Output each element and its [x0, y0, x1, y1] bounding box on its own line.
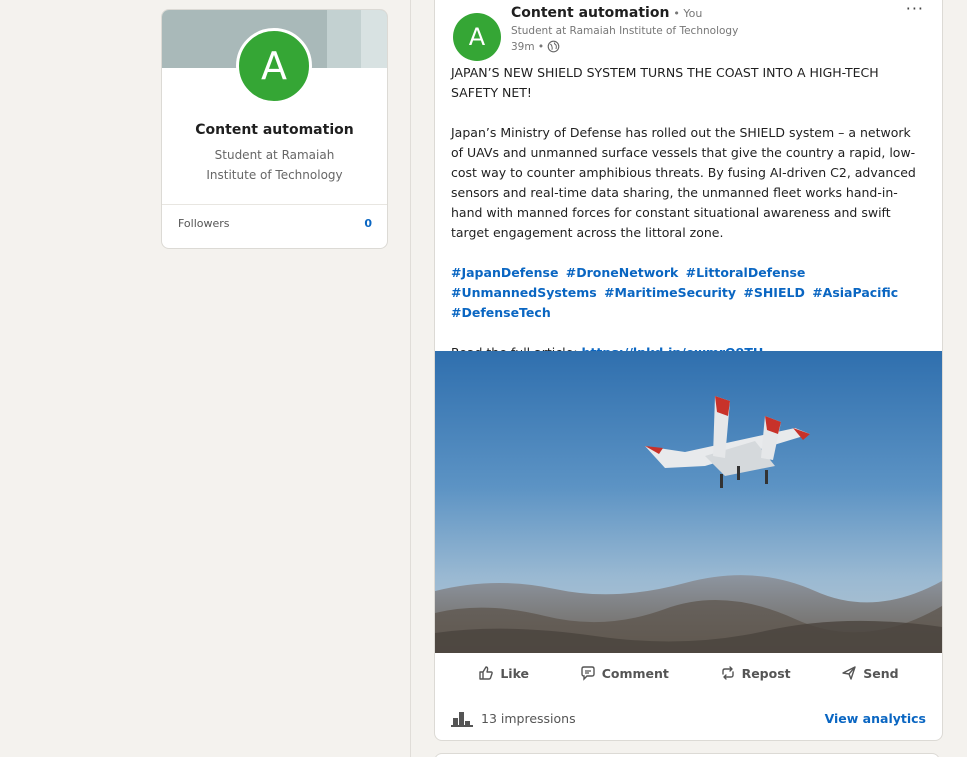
hashtag-link[interactable]: #AsiaPacific — [812, 285, 898, 300]
like-label: Like — [500, 665, 530, 681]
post-author-name[interactable]: Content automation — [511, 5, 669, 21]
post-title: JAPAN’S NEW SHIELD SYSTEM TURNS THE COAS… — [451, 65, 879, 100]
post-body: JAPAN’S NEW SHIELD SYSTEM TURNS THE COAS… — [451, 63, 921, 363]
comment-button[interactable]: Comment — [580, 665, 669, 681]
impressions[interactable]: 13 impressions — [451, 709, 576, 727]
ellipsis-icon: ··· — [905, 0, 924, 18]
post-author-headline: Student at Ramaiah Institute of Technolo… — [511, 25, 739, 37]
bar-chart-icon — [451, 712, 473, 727]
post-actions: Like Comment Repost Send — [435, 665, 942, 681]
hashtag-link[interactable]: #UnmannedSystems — [451, 285, 597, 300]
hashtag-link[interactable]: #SHIELD — [743, 285, 804, 300]
author-you-badge: • You — [673, 7, 703, 20]
post-author-avatar[interactable]: A — [453, 13, 501, 61]
send-label: Send — [863, 665, 899, 681]
author-line: Content automation • You — [511, 5, 702, 21]
next-post-card — [434, 753, 940, 757]
hashtag-link[interactable]: #JapanDefense — [451, 265, 558, 280]
profile-card: A Content automation Student at Ramaiah … — [161, 9, 388, 249]
post-time: 39m • — [511, 40, 545, 53]
hashtag-link[interactable]: #LittoralDefense — [686, 265, 806, 280]
like-button[interactable]: Like — [478, 665, 529, 681]
hashtags: #JapanDefense #DroneNetwork #LittoralDef… — [451, 263, 921, 323]
repost-button[interactable]: Repost — [720, 665, 791, 681]
send-icon — [842, 666, 856, 680]
divider — [162, 204, 387, 205]
profile-headline: Student at Ramaiah Institute of Technolo… — [206, 148, 343, 182]
hashtag-link[interactable]: #DroneNetwork — [566, 265, 679, 280]
post-meta: 39m • — [511, 40, 560, 53]
view-analytics-link[interactable]: View analytics — [825, 711, 926, 726]
hashtag-link[interactable]: #MaritimeSecurity — [604, 285, 736, 300]
thumbs-up-icon — [479, 666, 494, 680]
more-options-button[interactable]: ··· — [905, 0, 924, 18]
comment-icon — [581, 666, 595, 681]
post-image-drone[interactable] — [435, 351, 942, 653]
post-card: A Content automation • You Student at Ra… — [434, 0, 943, 741]
profile-name[interactable]: Content automation — [162, 122, 387, 138]
comment-label: Comment — [601, 665, 669, 681]
repost-label: Repost — [741, 665, 791, 681]
followers-row[interactable]: Followers 0 — [178, 217, 372, 230]
repost-icon — [721, 666, 734, 680]
impressions-count: 13 impressions — [481, 710, 576, 726]
post-paragraph: Japan’s Ministry of Defense has rolled o… — [451, 125, 916, 240]
profile-avatar[interactable]: A — [236, 28, 312, 104]
followers-label: Followers — [178, 217, 230, 230]
analytics-row: 13 impressions View analytics — [451, 709, 926, 727]
send-button[interactable]: Send — [841, 665, 899, 681]
hashtag-link[interactable]: #DefenseTech — [451, 305, 551, 320]
globe-icon — [547, 40, 560, 53]
followers-count: 0 — [364, 217, 372, 230]
